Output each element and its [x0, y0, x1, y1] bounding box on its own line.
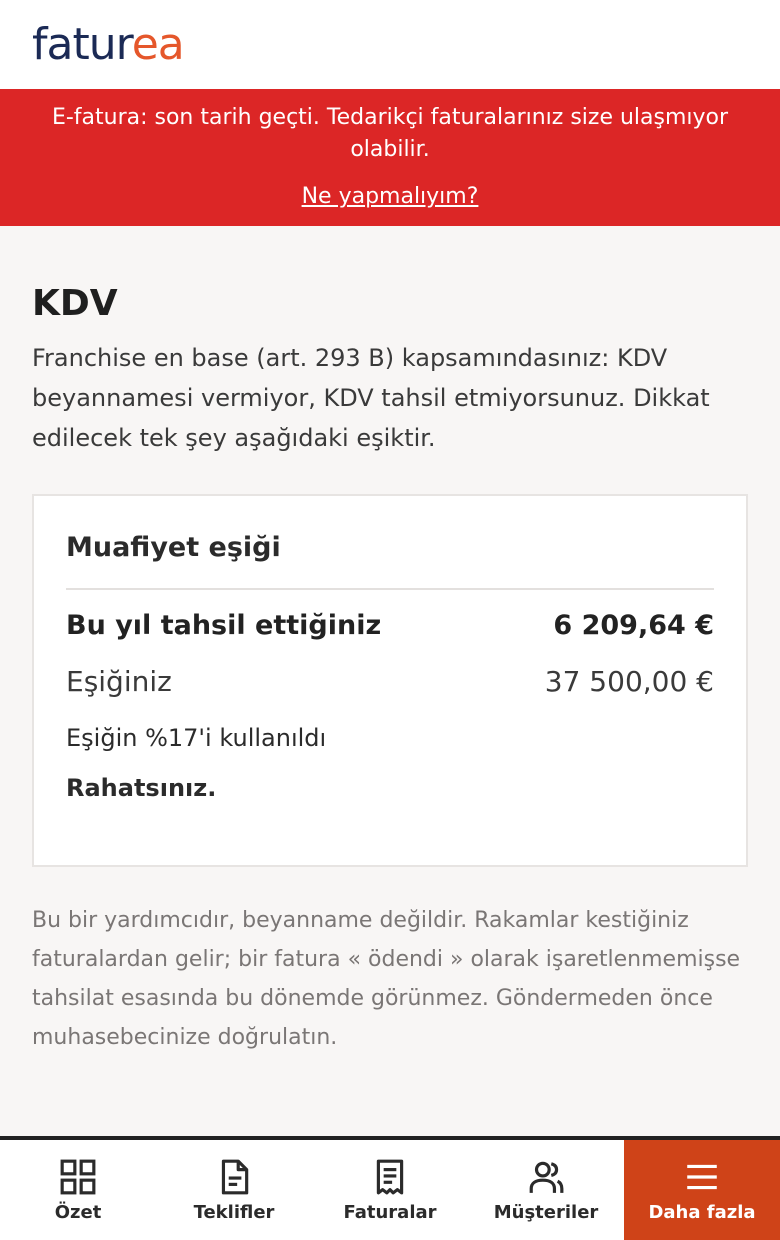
app-header: faturea	[0, 0, 780, 89]
collected-label: Bu yıl tahsil ettiğiniz	[66, 610, 382, 641]
threshold-usage-text: Eşiğin %17'i kullanıldı	[66, 724, 327, 752]
nav-item-musteriler[interactable]: Müşteriler	[468, 1140, 624, 1240]
bottom-navigation: Özet Teklifler Faturalar Müşteriler Daha…	[0, 1136, 780, 1240]
exemption-threshold-card: Muafiyet eşiği Bu yıl tahsil ettiğiniz 6…	[32, 494, 748, 867]
disclaimer-text: Bu bir yardımcıdır, beyanname değildir. …	[32, 908, 741, 1050]
alert-message: E-fatura: son tarih geçti. Tedarikçi fat…	[51, 105, 729, 162]
nav-label: Teklifler	[193, 1201, 275, 1223]
card-title: Muafiyet eşiği	[66, 530, 714, 590]
intro-text: Franchise en base (art. 293 B) kapsamınd…	[32, 344, 710, 452]
nav-label: Müşteriler	[493, 1201, 599, 1223]
threshold-value: 37 500,00 €	[544, 665, 714, 698]
collected-row: Bu yıl tahsil ettiğiniz 6 209,64 €	[66, 610, 714, 641]
threshold-label: Eşiğiniz	[66, 665, 172, 698]
nav-item-faturalar[interactable]: Faturalar	[312, 1140, 468, 1240]
nav-label: Daha fazla	[648, 1201, 756, 1223]
status-text: Rahatsınız.	[66, 774, 217, 802]
faturea-logo[interactable]: faturea	[32, 22, 185, 67]
logo-text-dark: fatur	[32, 18, 133, 70]
logo-text-accent: ea	[131, 18, 185, 70]
menu-icon	[687, 1164, 717, 1189]
efatura-alert-banner: E-fatura: son tarih geçti. Tedarikçi fat…	[0, 89, 780, 226]
nav-label: Faturalar	[343, 1201, 437, 1223]
nav-item-teklifler[interactable]: Teklifler	[156, 1140, 312, 1240]
nav-label: Özet	[54, 1201, 102, 1223]
users-icon	[529, 1161, 564, 1193]
alert-help-link[interactable]: Ne yapmalıyım?	[302, 184, 479, 209]
receipt-icon	[376, 1159, 404, 1194]
nav-item-ozet[interactable]: Özet	[0, 1140, 156, 1240]
threshold-row: Eşiğiniz 37 500,00 €	[66, 665, 714, 698]
document-icon	[221, 1159, 249, 1194]
nav-item-daha-fazla[interactable]: Daha fazla	[624, 1140, 780, 1240]
main-content: KDV Franchise en base (art. 293 B) kapsa…	[0, 226, 780, 1057]
page-title: KDV	[32, 283, 118, 324]
grid-icon	[60, 1159, 96, 1194]
collected-value: 6 209,64 €	[553, 610, 714, 641]
